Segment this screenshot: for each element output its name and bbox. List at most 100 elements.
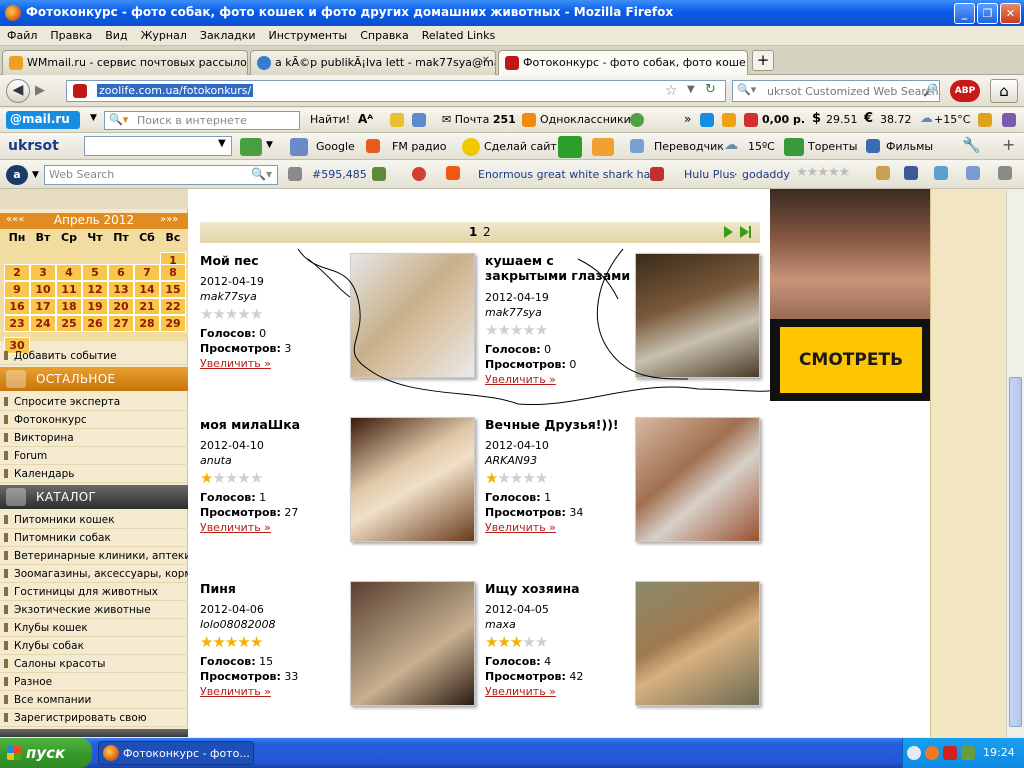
- star-icon[interactable]: ★: [237, 305, 250, 323]
- menu-history[interactable]: Журнал: [134, 26, 193, 42]
- enlarge-link[interactable]: Увеличить »: [200, 521, 271, 534]
- films-link[interactable]: Фильмы: [886, 140, 933, 153]
- calendar-prev[interactable]: «««: [6, 214, 24, 225]
- search-bar[interactable]: 🔍▾ ukrsot Customized Web Search 🔎: [732, 80, 940, 102]
- photo-author[interactable]: anuta: [200, 454, 232, 467]
- last-page-icon[interactable]: [740, 226, 749, 238]
- torrents-link[interactable]: Торенты: [808, 140, 857, 153]
- sidebar-other-item[interactable]: Календарь: [0, 465, 188, 483]
- find-button[interactable]: Найти!: [310, 113, 350, 126]
- sidebar-catalog-item[interactable]: Гостиницы для животных: [0, 583, 188, 601]
- back-button[interactable]: ◀: [6, 79, 30, 103]
- calendar-day[interactable]: 29: [160, 315, 186, 332]
- star-icon[interactable]: ★: [510, 633, 523, 651]
- rating-stars[interactable]: ★★★★★: [485, 469, 548, 487]
- adblock-icon[interactable]: ABP: [950, 80, 980, 102]
- sidebar-catalog-item[interactable]: Клубы собак: [0, 637, 188, 655]
- photo-title[interactable]: Вечные Друзья!))!: [485, 417, 635, 432]
- minimize-button[interactable]: _: [954, 3, 975, 24]
- link-icon[interactable]: [372, 167, 386, 181]
- news-ticker[interactable]: Enormous great white shark ha...: [478, 168, 661, 181]
- star-icon[interactable]: ★: [200, 305, 213, 323]
- star-icon[interactable]: ★: [250, 469, 263, 487]
- games-icon[interactable]: [630, 113, 644, 127]
- calendar-day[interactable]: 17: [30, 298, 56, 315]
- sidebar-other-item[interactable]: Фотоконкурс: [0, 411, 188, 429]
- calendar-day[interactable]: 12: [82, 281, 108, 298]
- calendar-day[interactable]: 14: [134, 281, 160, 298]
- scrollbar-thumb[interactable]: [1009, 377, 1022, 727]
- usd-rate[interactable]: 29.51: [826, 113, 858, 126]
- star-icon[interactable]: ★: [212, 305, 225, 323]
- calendar-day[interactable]: 5: [82, 264, 108, 281]
- star-icon[interactable]: ★: [497, 633, 510, 651]
- ask-logo[interactable]: a: [6, 165, 28, 185]
- sidebar-catalog-item[interactable]: Все компании: [0, 691, 188, 709]
- dropdown-arrow-icon[interactable]: ▼: [90, 113, 97, 123]
- star-icon[interactable]: ★: [225, 633, 238, 651]
- fm-radio-button[interactable]: FM радио: [392, 140, 447, 153]
- font-size-icon[interactable]: Aᴬ: [358, 112, 373, 126]
- enlarge-link[interactable]: Увеличить »: [200, 357, 271, 370]
- sidebar-catalog-item[interactable]: Клубы кошек: [0, 619, 188, 637]
- highlight-icon[interactable]: [390, 113, 404, 127]
- ad-image[interactable]: [770, 189, 930, 319]
- tab-fotokonkurs[interactable]: Фотоконкурс - фото собак, фото коше...: [498, 50, 748, 76]
- star-icon[interactable]: ★: [535, 633, 548, 651]
- calendar-day[interactable]: 7: [134, 264, 160, 281]
- card-icon[interactable]: [998, 166, 1012, 180]
- wallet-icon[interactable]: [744, 113, 758, 127]
- calendar-day[interactable]: 11: [56, 281, 82, 298]
- search-icon[interactable]: 🔍▾: [251, 167, 272, 181]
- menu-bookmarks[interactable]: Закладки: [193, 26, 262, 42]
- star-icon[interactable]: ★: [200, 469, 213, 487]
- vertical-scrollbar[interactable]: [1006, 189, 1024, 737]
- mailru-logo[interactable]: @mail.ru: [6, 111, 80, 129]
- calendar-day[interactable]: 25: [56, 315, 82, 332]
- mailru-search-input[interactable]: 🔍▾ Поиск в интернете: [104, 111, 300, 130]
- sidebar-catalog-item[interactable]: Питомники собак: [0, 529, 188, 547]
- sidebar-catalog-item[interactable]: Экзотические животные: [0, 601, 188, 619]
- translator-button[interactable]: Переводчик: [654, 140, 724, 153]
- icq-icon[interactable]: [558, 136, 582, 158]
- sidebar-other-item[interactable]: Forum: [0, 447, 188, 465]
- search-go-icon[interactable]: 🔎: [923, 83, 938, 97]
- sidebar-catalog-item[interactable]: Разное: [0, 673, 188, 691]
- photo-author[interactable]: lolo08082008: [200, 618, 276, 631]
- calendar-day[interactable]: 26: [82, 315, 108, 332]
- next-page-icon[interactable]: [724, 226, 733, 238]
- calendar-day[interactable]: 4: [56, 264, 82, 281]
- star-icon[interactable]: ★: [250, 633, 263, 651]
- star-icon[interactable]: ★: [497, 469, 510, 487]
- extra-icon[interactable]: [1002, 113, 1016, 127]
- search-go-icon[interactable]: [240, 138, 262, 156]
- star-icon[interactable]: ★: [225, 469, 238, 487]
- enlarge-link[interactable]: Увеличить »: [485, 521, 556, 534]
- star-icon[interactable]: ★: [485, 633, 498, 651]
- menu-help[interactable]: Справка: [353, 26, 414, 42]
- make-site-link[interactable]: Сделай сайт: [484, 140, 557, 153]
- eur-rate[interactable]: 38.72: [880, 113, 912, 126]
- star-icon[interactable]: ★: [522, 633, 535, 651]
- new-tab-button[interactable]: +: [752, 50, 774, 71]
- start-button[interactable]: пуск: [0, 738, 92, 768]
- star-icon[interactable]: ★: [237, 469, 250, 487]
- star-icon[interactable]: ★: [212, 469, 225, 487]
- close-button[interactable]: ✕: [1000, 3, 1021, 24]
- sun-icon[interactable]: [978, 113, 992, 127]
- star-icon[interactable]: ★: [510, 469, 523, 487]
- rating-stars[interactable]: ★★★★★: [200, 305, 263, 323]
- menu-view[interactable]: Вид: [98, 26, 133, 42]
- calendar-day[interactable]: 18: [56, 298, 82, 315]
- reload-icon[interactable]: ↻: [705, 82, 716, 97]
- sidebar-catalog-item[interactable]: Салоны красоты: [0, 655, 188, 673]
- tray-icon[interactable]: [925, 746, 939, 760]
- menu-edit[interactable]: Правка: [43, 26, 98, 42]
- calendar-day[interactable]: 10: [30, 281, 56, 298]
- dropdown-arrow-icon[interactable]: ▼: [266, 140, 273, 150]
- sidebar-other-item[interactable]: Викторина: [0, 429, 188, 447]
- balance[interactable]: 0,00 р.: [762, 113, 805, 126]
- odnoklassniki-link[interactable]: Одноклассники: [540, 113, 631, 126]
- rating-stars-icon[interactable]: ★★★★★: [796, 165, 850, 180]
- calendar-day[interactable]: 6: [108, 264, 134, 281]
